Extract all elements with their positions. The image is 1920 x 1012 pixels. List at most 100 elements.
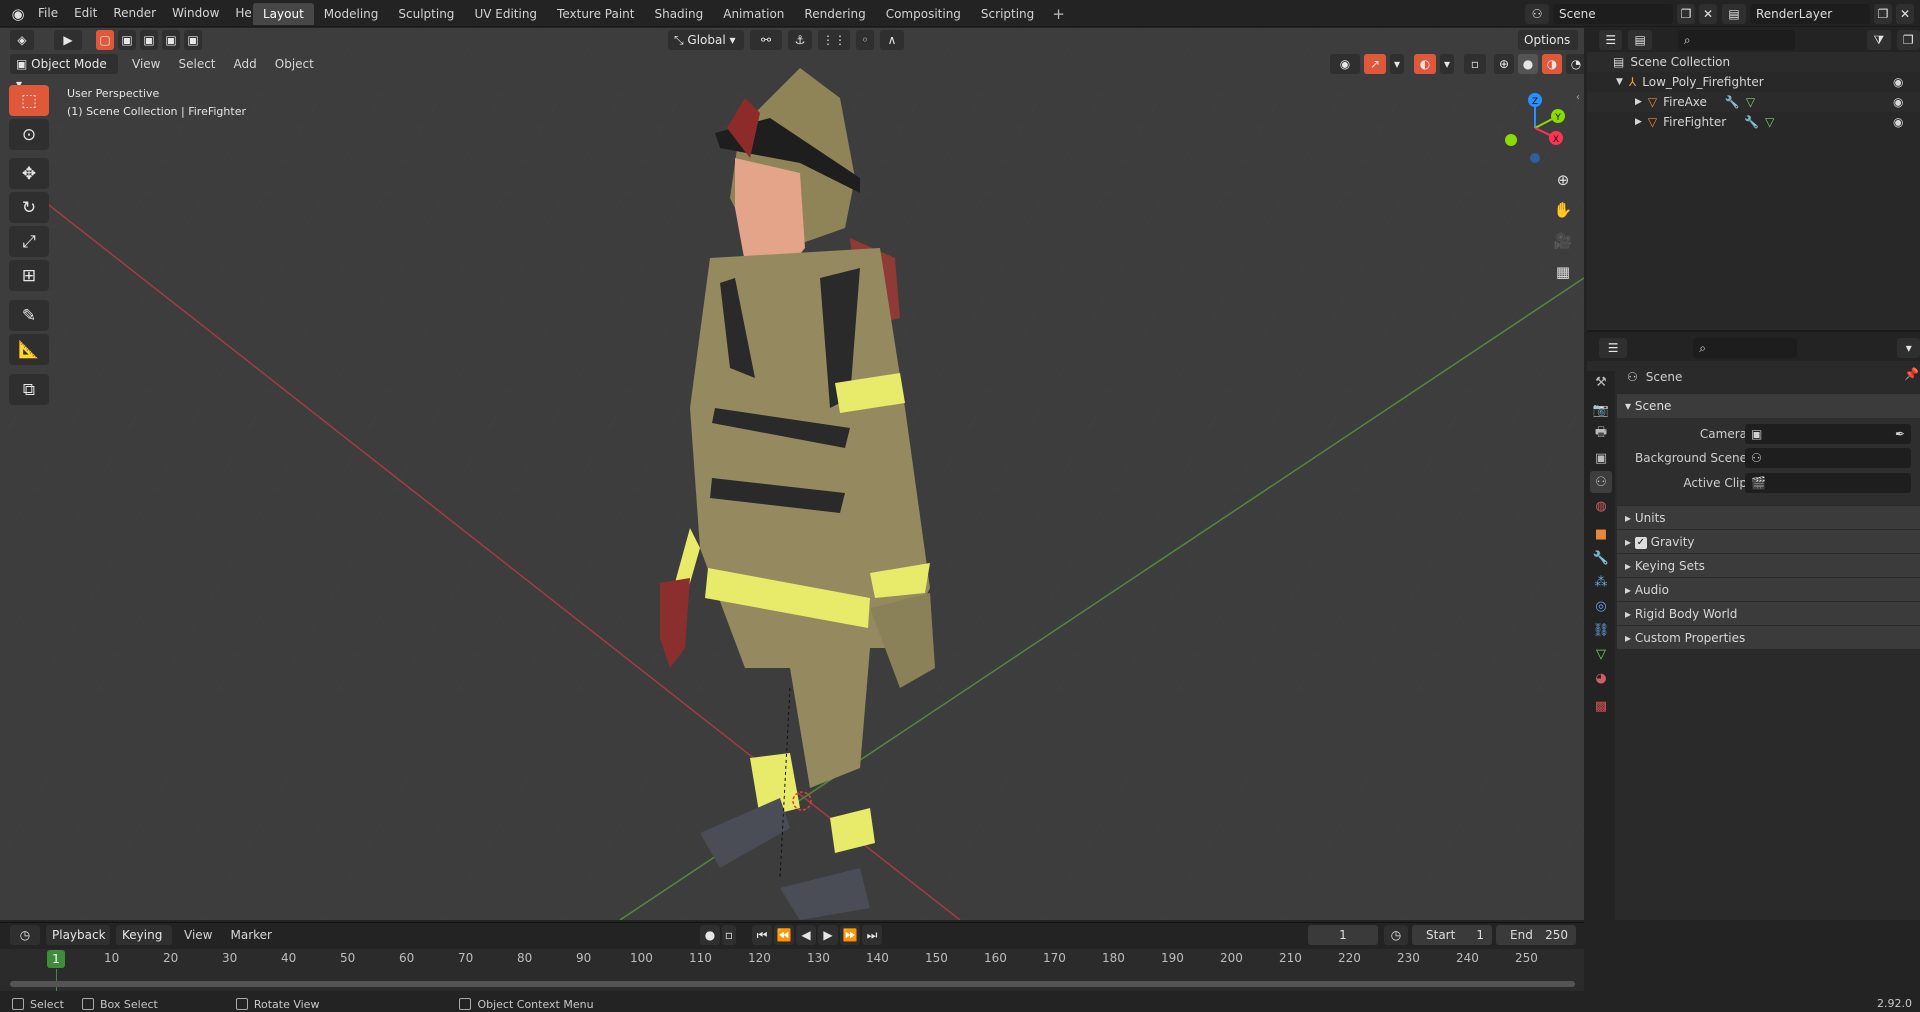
snap-target-icon[interactable]: ⋮⋮ [818, 30, 850, 50]
viewport-menu-object[interactable]: Object [271, 54, 318, 74]
options-dropdown[interactable]: Options ▾ [1518, 30, 1578, 67]
outliner-item-firefighter[interactable]: ▶ ▽ FireFighter 🔧 ▽ ◉ [1587, 112, 1920, 132]
object-tab-icon[interactable]: ■ [1590, 523, 1612, 545]
gravity-panel-header[interactable]: ▸ ✓ Gravity [1617, 529, 1920, 553]
viewport-menu-add[interactable]: Add [230, 54, 261, 74]
scene-field[interactable]: Scene [1553, 4, 1673, 24]
start-frame-field[interactable]: Start 1 [1412, 925, 1492, 945]
tab-shading[interactable]: Shading [644, 3, 713, 25]
mesh-data-icon[interactable]: ▽ [1765, 112, 1774, 132]
jump-prev-key-icon[interactable]: ⏪ [774, 925, 794, 945]
camera-view-icon[interactable]: 🎥 [1550, 228, 1576, 254]
display-mode-icon[interactable]: ▤ [1628, 30, 1652, 50]
record-options-icon[interactable]: ▫ [722, 925, 736, 945]
mode-intersect-icon[interactable]: ▣ [184, 30, 202, 50]
rotate-tool[interactable]: ↻ [9, 192, 49, 223]
current-frame-indicator[interactable]: 1 [47, 950, 65, 968]
proportional-edit-icon[interactable]: ◦ [856, 30, 874, 50]
overlay-toggle-icon[interactable]: ◐ [1414, 54, 1436, 74]
overlay-dropdown-icon[interactable]: ▾ [1440, 54, 1454, 74]
gizmo-dropdown-icon[interactable]: ▾ [1390, 54, 1404, 74]
gravity-checkbox[interactable]: ✓ [1634, 536, 1647, 549]
tab-scripting[interactable]: Scripting [971, 3, 1044, 25]
keying-sets-panel-header[interactable]: ▸ Keying Sets [1617, 553, 1920, 577]
viewport-menu-select[interactable]: Select [174, 54, 219, 74]
eyedropper-icon[interactable]: ✒ [1895, 424, 1905, 444]
texture-tab-icon[interactable]: ▩ [1590, 695, 1612, 717]
mode-invert-icon[interactable]: ▣ [162, 30, 180, 50]
zoom-icon[interactable]: ⊕ [1550, 167, 1576, 193]
background-scene-field[interactable]: ⚇ [1745, 448, 1911, 468]
play-reverse-icon[interactable]: ◀ [796, 925, 816, 945]
visibility-icon[interactable]: ◉ [1330, 54, 1360, 74]
modifier-wrench-icon[interactable]: 🔧 [1725, 92, 1740, 112]
timeline-editor-icon[interactable]: ◷ [10, 925, 40, 945]
editor-type-icon[interactable]: ◈ [10, 30, 34, 50]
menu-edit[interactable]: Edit [66, 0, 105, 27]
tool-tab-icon[interactable]: ⚒ [1590, 371, 1612, 393]
view-layer-tab-icon[interactable]: ▣ [1590, 447, 1612, 469]
properties-search-input[interactable]: ⌕ [1693, 338, 1798, 358]
jump-start-icon[interactable]: ⏮ [752, 925, 772, 945]
viewport-canvas[interactable] [0, 28, 1584, 920]
timeline-menu-view[interactable]: View [178, 925, 218, 945]
measure-tool[interactable]: 📐 [9, 334, 49, 365]
renderlayer-icon[interactable]: ▤ [1722, 4, 1746, 24]
properties-options-icon[interactable]: ▾ [1897, 338, 1920, 358]
playback-dropdown[interactable]: Playback ▾ [46, 925, 110, 962]
physics-tab-icon[interactable]: ◎ [1590, 595, 1612, 617]
mode-dropdown[interactable]: ▣ Object Mode ▾ [10, 54, 118, 91]
tab-modeling[interactable]: Modeling [314, 3, 389, 25]
expand-icon[interactable]: ▼ [1616, 72, 1623, 92]
camera-field[interactable]: ▣ ✒ [1745, 424, 1911, 444]
gizmo-neg-y-icon[interactable] [1505, 134, 1517, 146]
add-workspace-icon[interactable]: + [1044, 5, 1073, 23]
navigation-gizmo[interactable]: Z Y X [1500, 88, 1570, 168]
menu-render[interactable]: Render [105, 0, 164, 27]
world-tab-icon[interactable]: ◍ [1590, 495, 1612, 517]
units-panel-header[interactable]: ▸ Units [1617, 505, 1920, 529]
timeline-ruler[interactable]: 1 10 20 30 40 50 60 70 80 90 100 110 120… [0, 949, 1584, 969]
scale-tool[interactable]: ⤢ [9, 226, 49, 257]
end-frame-field[interactable]: End 250 [1496, 925, 1576, 945]
modifier-wrench-icon[interactable]: 🔧 [1744, 112, 1759, 132]
outliner-search-input[interactable]: ⌕ [1677, 30, 1796, 50]
scene-tab-icon[interactable]: ⚇ [1590, 471, 1612, 493]
blender-logo-icon[interactable]: ◉ [6, 3, 30, 25]
mode-subtract-icon[interactable]: ▣ [140, 30, 158, 50]
gizmo-toggle-icon[interactable]: ↗ [1364, 54, 1386, 74]
jump-end-icon[interactable]: ⏭ [862, 925, 882, 945]
move-tool[interactable]: ✥ [9, 158, 49, 189]
material-tab-icon[interactable]: ◕ [1590, 667, 1612, 689]
keying-dropdown[interactable]: Keying ▾ [116, 925, 172, 962]
tab-layout[interactable]: Layout [253, 3, 314, 25]
tab-animation[interactable]: Animation [713, 3, 794, 25]
visibility-eye-icon[interactable]: ◉ [1893, 112, 1903, 132]
orientation-dropdown[interactable]: ⤡ Global ▾ [668, 30, 744, 50]
collapse-icon[interactable]: ▶ [1635, 112, 1642, 132]
record-icon[interactable]: ● [700, 925, 720, 945]
tab-compositing[interactable]: Compositing [876, 3, 971, 25]
shading-rendered-icon[interactable]: ◔ [1566, 54, 1584, 74]
tab-uv-editing[interactable]: UV Editing [464, 3, 547, 25]
outliner-item-scene-collection[interactable]: ▤ Scene Collection [1587, 52, 1920, 72]
tab-sculpting[interactable]: Sculpting [388, 3, 464, 25]
scene-icon[interactable]: ⚇ [1525, 4, 1549, 24]
new-scene-icon[interactable]: ❐ [1677, 4, 1695, 24]
custom-properties-panel-header[interactable]: ▸ Custom Properties [1617, 625, 1920, 649]
pan-hand-icon[interactable]: ✋ [1550, 197, 1576, 223]
timeline-menu-marker[interactable]: Marker [224, 925, 277, 945]
mesh-data-icon[interactable]: ▽ [1746, 92, 1755, 112]
jump-next-key-icon[interactable]: ⏩ [840, 925, 860, 945]
pivot-point-icon[interactable]: ⚯ [750, 30, 782, 50]
transform-tool[interactable]: ⊞ [9, 260, 49, 291]
current-frame-field[interactable]: 1 [1308, 925, 1378, 945]
audio-panel-header[interactable]: ▸ Audio [1617, 577, 1920, 601]
outliner-item-fireaxe[interactable]: ▶ ▽ FireAxe 🔧 ▽ ◉ [1587, 92, 1920, 112]
3d-viewport[interactable]: ◈ ▶ ▢ ▣ ▣ ▣ ▣ ⤡ Global ▾ ⚯ ⚓ ⋮⋮ ◦ ∧ Opti… [0, 28, 1584, 920]
tab-rendering[interactable]: Rendering [794, 3, 875, 25]
menu-file[interactable]: File [30, 0, 66, 27]
select-box-tool[interactable]: ⬚ [9, 85, 49, 116]
snap-icon[interactable]: ⚓ [788, 30, 812, 50]
shading-wireframe-icon[interactable]: ⊕ [1494, 54, 1514, 74]
